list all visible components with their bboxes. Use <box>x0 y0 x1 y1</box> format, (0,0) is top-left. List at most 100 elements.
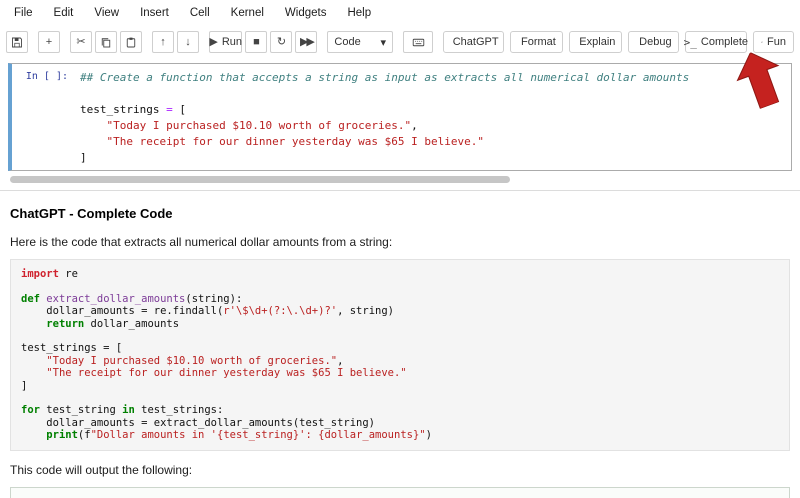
response-title: ChatGPT - Complete Code <box>10 206 173 221</box>
code-line: "The receipt for our dinner yesterday wa… <box>21 367 779 379</box>
paste-icon <box>126 37 136 47</box>
code-token: test_strings = [ <box>21 342 123 355</box>
explain-button[interactable]: Explain <box>568 31 623 53</box>
code-line: import re <box>21 268 779 280</box>
menu-widgets[interactable]: Widgets <box>285 7 327 19</box>
code-line: return dollar_amounts <box>21 318 779 330</box>
response-code-block: import re def extract_dollar_amounts(str… <box>10 259 790 451</box>
explain-label: Explain <box>579 36 616 48</box>
menu-insert[interactable]: Insert <box>140 7 169 19</box>
notebook-area: In [ ]: ## Create a function that accept… <box>0 58 800 191</box>
code-line: "The receipt for our dinner yesterday wa… <box>80 134 787 150</box>
format-label: Format <box>521 36 556 48</box>
code-token: "The receipt for our dinner yesterday wa… <box>106 135 485 148</box>
code-token: import <box>21 268 59 280</box>
paste-cell-button[interactable] <box>120 31 142 53</box>
code-token: test_strings: <box>134 404 224 417</box>
code-token: "Today I purchased $10.10 worth of groce… <box>106 119 412 132</box>
interrupt-kernel-button[interactable]: ■ <box>245 31 268 53</box>
response-intro: Here is the code that extracts all numer… <box>10 235 393 249</box>
code-token: dollar_amounts = re.findall( <box>21 305 224 318</box>
restart-icon: ↻ <box>276 35 287 48</box>
code-line: dollar_amounts = extract_dollar_amounts(… <box>21 417 779 429</box>
debug-button[interactable]: Debug <box>628 31 679 53</box>
toolbar: + ✂ ↑ ↓ ▶ Run ■ ↻ ▶▶ Code ▾ ChatGPT Form <box>0 26 800 58</box>
complete-button[interactable]: >_ Complete <box>683 31 748 53</box>
code-line: ## Create a function that accepts a stri… <box>80 70 787 86</box>
save-button[interactable] <box>6 31 28 53</box>
cell-code-editor[interactable]: ## Create a function that accepts a stri… <box>76 64 791 170</box>
menu-file[interactable]: File <box>14 7 33 19</box>
move-cell-up-button[interactable]: ↑ <box>152 31 174 53</box>
cell-type-dropdown[interactable]: Code ▾ <box>327 31 394 53</box>
complete-label: Complete <box>700 36 748 48</box>
jupyter-notebook-window: File Edit View Insert Cell Kernel Widget… <box>0 0 800 498</box>
code-line: "Today I purchased $10.10 worth of groce… <box>21 355 779 367</box>
code-token: ] <box>80 151 87 164</box>
code-line: def extract_dollar_amounts(string): <box>21 293 779 305</box>
plus-icon: + <box>45 35 53 48</box>
code-token: (f <box>77 429 91 442</box>
copy-cell-button[interactable] <box>95 31 117 53</box>
response-output-block: Dollar amounts in 'Today I purchased $10… <box>10 486 790 498</box>
code-token: return <box>46 317 85 330</box>
arrow-down-icon: ↓ <box>185 35 191 48</box>
terminal-prompt-icon: >_ <box>683 35 697 49</box>
cut-cell-button[interactable]: ✂ <box>70 31 92 53</box>
code-token: ] <box>21 379 28 392</box>
code-token: "Dollar amounts in '{test_string}': {dol… <box>90 429 426 442</box>
code-token: "The receipt for our dinner yesterday wa… <box>46 367 407 380</box>
cell-input-prompt: In [ ]: <box>25 71 68 82</box>
restart-kernel-button[interactable]: ↻ <box>270 31 293 53</box>
chatgpt-response-panel: ChatGPT - Complete Code Here is the code… <box>0 191 800 498</box>
code-token: print <box>46 429 78 442</box>
menu-kernel[interactable]: Kernel <box>231 7 264 19</box>
menu-edit[interactable]: Edit <box>54 7 74 19</box>
arrow-up-icon: ↑ <box>160 35 166 48</box>
menu-cell[interactable]: Cell <box>190 7 210 19</box>
run-label: Run <box>221 36 243 48</box>
move-cell-down-button[interactable]: ↓ <box>177 31 199 53</box>
play-icon: ▶ <box>209 35 218 48</box>
chevron-down-icon: ▾ <box>380 36 387 49</box>
code-token: re <box>58 268 78 280</box>
code-cell[interactable]: In [ ]: ## Create a function that accept… <box>8 63 792 171</box>
fun-label: Fun <box>767 36 786 48</box>
code-token: = <box>166 103 173 116</box>
code-token: extract_dollar_amounts <box>46 292 186 305</box>
horizontal-scrollbar[interactable] <box>10 176 510 183</box>
code-token: test_strings <box>80 103 167 116</box>
debug-label: Debug <box>639 36 672 48</box>
party-popper-icon <box>761 41 763 43</box>
menu-help[interactable]: Help <box>347 7 371 19</box>
code-line: print(f"Dollar amounts in '{test_string}… <box>21 429 779 441</box>
code-token: def <box>21 292 40 305</box>
command-palette-button[interactable] <box>403 31 434 53</box>
code-line: ] <box>21 380 779 392</box>
add-cell-button[interactable]: + <box>38 31 60 53</box>
stop-icon: ■ <box>253 35 260 48</box>
format-button[interactable]: Format <box>510 31 563 53</box>
cell-type-value: Code <box>334 36 361 48</box>
code-token: test_string <box>39 404 123 417</box>
code-token: , <box>411 119 418 132</box>
code-line: ] <box>80 150 787 166</box>
keyboard-icon <box>412 38 424 46</box>
restart-run-all-button[interactable]: ▶▶ <box>295 31 318 53</box>
run-button[interactable]: ▶ Run <box>209 31 243 53</box>
menu-view[interactable]: View <box>94 7 119 19</box>
chatgpt-button[interactable]: ChatGPT <box>443 31 505 53</box>
code-line: test_strings = [ <box>21 342 779 354</box>
code-token: dollar_amounts <box>84 317 180 330</box>
fun-button[interactable]: Fun <box>752 31 794 53</box>
chatgpt-label: ChatGPT <box>452 36 499 48</box>
